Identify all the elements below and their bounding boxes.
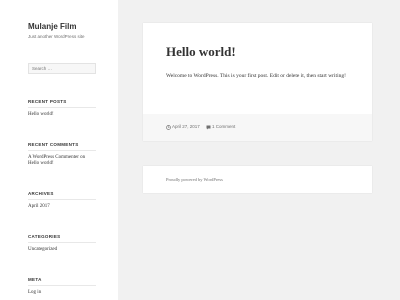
post-title[interactable]: Hello world!: [166, 44, 236, 60]
divider: [28, 150, 96, 151]
post-date-link[interactable]: April 27, 2017: [172, 124, 200, 129]
post-footer: April 27, 2017 1 Comment: [143, 114, 372, 141]
clock-icon: [166, 124, 171, 130]
site-description: Just another WordPress site: [28, 34, 85, 39]
post-card: Hello world! Welcome to WordPress. This …: [143, 23, 372, 141]
comment-bubble-icon: [206, 125, 211, 129]
widget-title-categories: CATEGORIES: [28, 234, 61, 239]
divider: [28, 285, 96, 286]
divider: [28, 199, 96, 200]
site-footer: Proudly powered by WordPress: [143, 166, 372, 193]
widget-title-recent-comments: RECENT COMMENTS: [28, 142, 79, 147]
powered-by-link[interactable]: Proudly powered by WordPress: [166, 177, 223, 182]
widget-title-archives: ARCHIVES: [28, 191, 54, 196]
archive-link[interactable]: April 2017: [28, 204, 50, 211]
recent-post-link[interactable]: Hello world!: [28, 112, 54, 119]
category-link[interactable]: Uncategorized: [28, 247, 57, 254]
divider: [28, 242, 96, 243]
widget-title-recent-posts: RECENT POSTS: [28, 99, 67, 104]
search-input[interactable]: [28, 63, 96, 74]
widget-title-meta: META: [28, 277, 42, 282]
comments-link[interactable]: 1 Comment: [212, 124, 235, 129]
recent-comment-post-link[interactable]: Hello world!: [28, 161, 54, 168]
sidebar: Mulanje Film Just another WordPress site…: [0, 0, 118, 300]
login-link[interactable]: Log in: [28, 290, 41, 297]
post-body: Welcome to WordPress. This is your first…: [166, 73, 346, 79]
divider: [28, 107, 96, 108]
site-title[interactable]: Mulanje Film: [28, 22, 76, 31]
